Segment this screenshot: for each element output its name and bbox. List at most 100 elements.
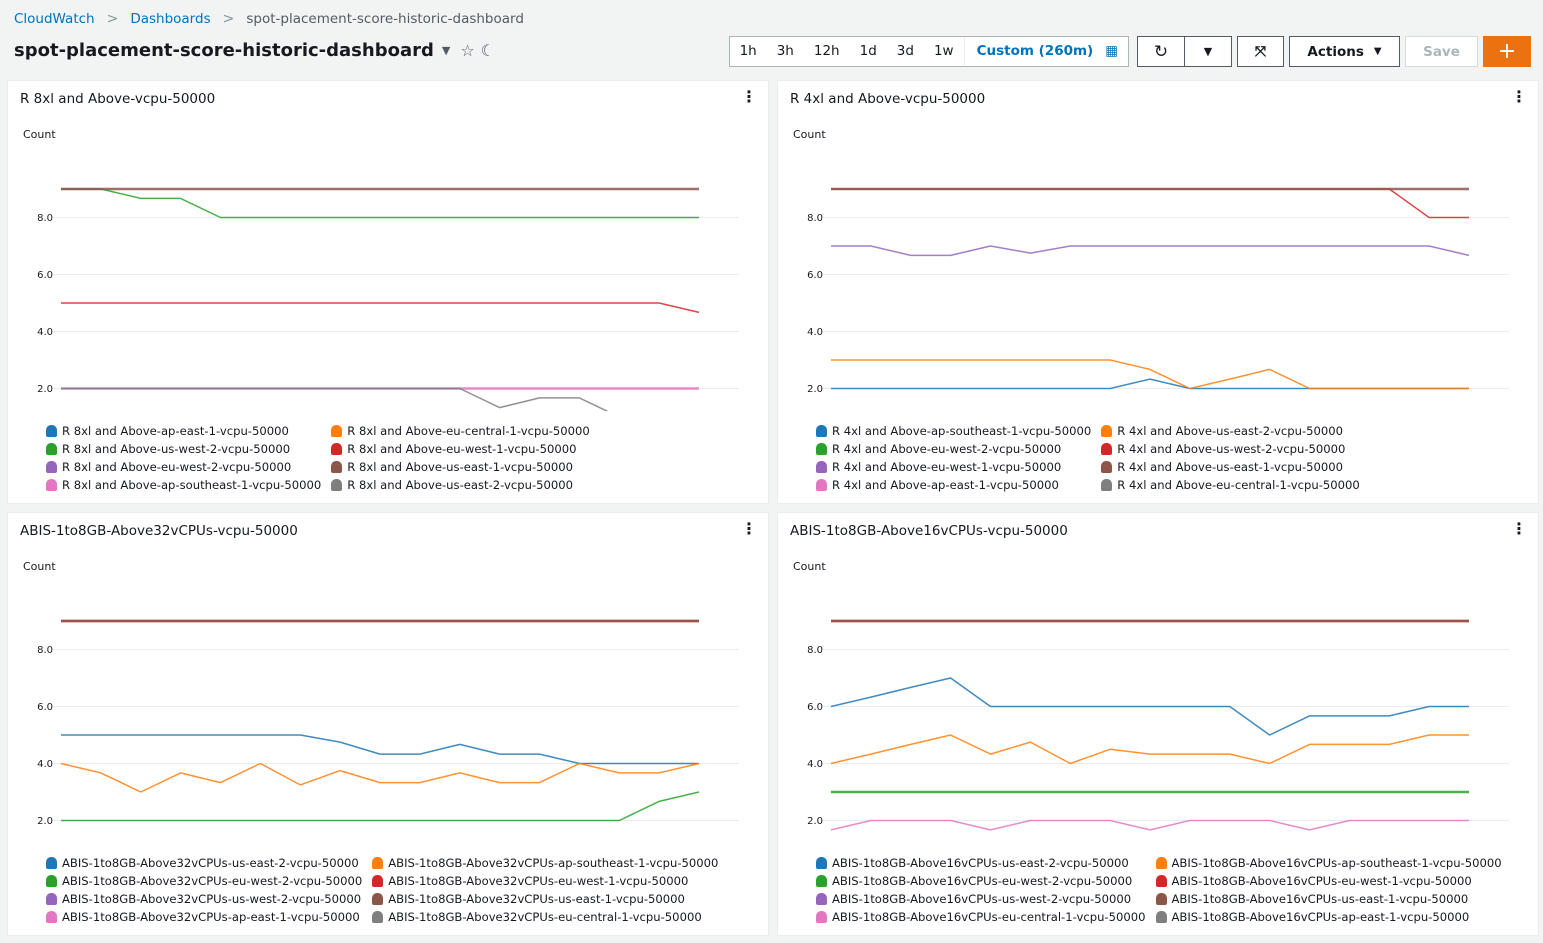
actions-button[interactable]: Actions ▼ [1289,36,1400,67]
time-range-selector: 1h 3h 12h 1d 3d 1w Custom (260m) ▦ [728,36,1129,67]
legend-item[interactable]: ABIS-1to8GB-Above32vCPUs-eu-central-1-vc… [372,909,718,924]
dashboard-switcher-caret-icon[interactable]: ▼ [442,44,450,57]
legend-label: R 4xl and Above-eu-central-1-vcpu-50000 [1117,477,1360,492]
star-icon[interactable]: ☆ [460,41,474,60]
legend-item[interactable]: R 8xl and Above-us-west-2-vcpu-50000 [46,441,321,456]
y-tick-label: 2.0 [807,816,823,827]
legend-swatch [331,460,343,473]
y-tick-label: 8.0 [807,645,823,656]
legend-item[interactable]: R 8xl and Above-eu-central-1-vcpu-50000 [331,423,590,438]
legend-swatch [46,856,57,869]
legend-item[interactable]: ABIS-1to8GB-Above16vCPUs-us-east-2-vcpu-… [816,855,1146,870]
legend-item[interactable]: ABIS-1to8GB-Above16vCPUs-ap-east-1-vcpu-… [1155,909,1502,924]
legend-item[interactable]: ABIS-1to8GB-Above32vCPUs-ap-east-1-vcpu-… [46,909,362,924]
series-line-pink [830,819,1469,831]
legend-item[interactable]: R 4xl and Above-ap-southeast-1-vcpu-5000… [816,423,1091,438]
expand-icon: ⤧ [1254,43,1267,60]
range-3h[interactable]: 3h [767,37,804,66]
legend-item[interactable]: R 4xl and Above-us-east-2-vcpu-50000 [1101,423,1360,438]
widget-panel: R 4xl and Above-vcpu-50000 ⋮ Count 2.0 4.0 6.… [777,80,1539,504]
chart-legend: R 4xl and Above-ap-southeast-1-vcpu-5000… [816,423,1360,492]
calendar-icon[interactable]: ▦ [1103,37,1128,66]
legend-swatch [816,910,827,923]
series-line-green [61,188,699,219]
legend-label: R 8xl and Above-eu-central-1-vcpu-50000 [347,423,590,438]
breadcrumb-dashboards[interactable]: Dashboards [130,11,210,27]
y-tick-label: 4.0 [807,759,823,770]
legend-item[interactable]: R 8xl and Above-us-east-2-vcpu-50000 [331,477,590,492]
range-3d[interactable]: 3d [887,37,924,66]
series-line-red [61,302,700,314]
legend-swatch [372,856,384,869]
legend-label: ABIS-1to8GB-Above32vCPUs-us-west-2-vcpu-… [62,891,362,906]
series-line-blue [61,734,699,765]
chart-legend: ABIS-1to8GB-Above16vCPUs-us-east-2-vcpu-… [816,855,1502,924]
legend-item[interactable]: R 4xl and Above-eu-west-1-vcpu-50000 [816,459,1091,474]
range-custom[interactable]: Custom (260m) [963,37,1104,66]
y-tick-label: 6.0 [807,702,823,713]
add-widget-button[interactable]: + [1483,36,1531,67]
range-1w[interactable]: 1w [924,37,964,66]
chevron-right-icon: > [106,11,119,27]
legend-label: ABIS-1to8GB-Above32vCPUs-eu-west-1-vcpu-… [388,873,689,888]
legend-item[interactable]: ABIS-1to8GB-Above32vCPUs-us-east-1-vcpu-… [372,891,718,906]
legend-label: R 4xl and Above-us-west-2-vcpu-50000 [1117,441,1346,456]
legend-swatch [816,874,827,887]
legend-label: R 4xl and Above-ap-southeast-1-vcpu-5000… [832,423,1092,438]
legend-label: ABIS-1to8GB-Above32vCPUs-us-east-1-vcpu-… [388,891,685,906]
legend-item[interactable]: ABIS-1to8GB-Above32vCPUs-eu-west-1-vcpu-… [372,873,718,888]
widget-menu-icon[interactable]: ⋮ [1511,89,1527,105]
legend-label: ABIS-1to8GB-Above32vCPUs-ap-east-1-vcpu-… [62,909,360,924]
y-tick-label: 6.0 [37,270,53,281]
save-button[interactable]: Save [1405,36,1478,67]
legend-item[interactable]: R 4xl and Above-eu-central-1-vcpu-50000 [1101,477,1360,492]
widget-menu-icon[interactable]: ⋮ [741,89,757,105]
caret-down-icon: ▼ [1373,46,1382,57]
legend-label: ABIS-1to8GB-Above16vCPUs-ap-southeast-1-… [1171,855,1502,870]
y-tick-label: 8.0 [807,213,823,224]
legend-label: ABIS-1to8GB-Above16vCPUs-eu-west-2-vcpu-… [832,873,1133,888]
range-1h[interactable]: 1h [730,37,767,66]
fullscreen-button[interactable]: ⤧ [1237,36,1284,67]
legend-swatch [816,442,827,455]
refresh-button[interactable]: ↻ [1137,36,1185,67]
moon-icon[interactable]: ☾ [481,41,495,60]
legend-label: R 4xl and Above-eu-west-1-vcpu-50000 [832,459,1062,474]
widget-panel: ABIS-1to8GB-Above32vCPUs-vcpu-50000 ⋮ Coun… [7,512,769,936]
legend-item[interactable]: ABIS-1to8GB-Above32vCPUs-ap-southeast-1-… [372,855,718,870]
legend-label: R 8xl and Above-us-east-2-vcpu-50000 [347,477,574,492]
legend-swatch [816,478,827,491]
legend-label: ABIS-1to8GB-Above32vCPUs-ap-southeast-1-… [388,855,719,870]
legend-item[interactable]: R 4xl and Above-ap-east-1-vcpu-50000 [816,477,1091,492]
legend-item[interactable]: ABIS-1to8GB-Above32vCPUs-eu-west-2-vcpu-… [46,873,362,888]
legend-item[interactable]: R 8xl and Above-ap-east-1-vcpu-50000 [46,423,321,438]
widget-menu-icon[interactable]: ⋮ [1511,521,1527,537]
legend-item[interactable]: R 8xl and Above-us-east-1-vcpu-50000 [331,459,590,474]
legend-item[interactable]: ABIS-1to8GB-Above16vCPUs-us-west-2-vcpu-… [816,891,1146,906]
legend-item[interactable]: R 4xl and Above-eu-west-2-vcpu-50000 [816,441,1091,456]
legend-item[interactable]: ABIS-1to8GB-Above16vCPUs-eu-west-1-vcpu-… [1155,873,1502,888]
toolbar: 1h 3h 12h 1d 3d 1w Custom (260m) ▦ ↻ ▼ ⤧… [728,36,1531,67]
legend-item[interactable]: R 4xl and Above-us-west-2-vcpu-50000 [1101,441,1360,456]
y-tick-label: 6.0 [37,702,53,713]
legend-swatch [1101,442,1113,455]
widget-menu-icon[interactable]: ⋮ [741,521,757,537]
legend-item[interactable]: R 8xl and Above-ap-southeast-1-vcpu-5000… [46,477,321,492]
legend-item[interactable]: ABIS-1to8GB-Above32vCPUs-us-east-2-vcpu-… [46,855,362,870]
legend-item[interactable]: ABIS-1to8GB-Above16vCPUs-ap-southeast-1-… [1155,855,1502,870]
widget-panel: R 8xl and Above-vcpu-50000 ⋮ Count 2.0 4.0 6.… [7,80,769,504]
legend-item[interactable]: R 8xl and Above-eu-west-1-vcpu-50000 [331,441,590,456]
range-1d[interactable]: 1d [850,37,887,66]
breadcrumb-cloudwatch[interactable]: CloudWatch [14,11,95,27]
legend-swatch [46,478,57,491]
legend-label: ABIS-1to8GB-Above16vCPUs-us-east-2-vcpu-… [832,855,1129,870]
legend-item[interactable]: R 4xl and Above-us-east-1-vcpu-50000 [1101,459,1360,474]
legend-item[interactable]: ABIS-1to8GB-Above16vCPUs-us-east-1-vcpu-… [1155,891,1502,906]
legend-item[interactable]: ABIS-1to8GB-Above16vCPUs-eu-west-2-vcpu-… [816,873,1146,888]
legend-item[interactable]: R 8xl and Above-eu-west-2-vcpu-50000 [46,459,321,474]
refresh-options-button[interactable]: ▼ [1185,36,1232,67]
legend-item[interactable]: ABIS-1to8GB-Above16vCPUs-eu-central-1-vc… [816,909,1146,924]
range-12h[interactable]: 12h [804,37,850,66]
legend-label: R 8xl and Above-us-east-1-vcpu-50000 [347,459,574,474]
legend-item[interactable]: ABIS-1to8GB-Above32vCPUs-us-west-2-vcpu-… [46,891,362,906]
